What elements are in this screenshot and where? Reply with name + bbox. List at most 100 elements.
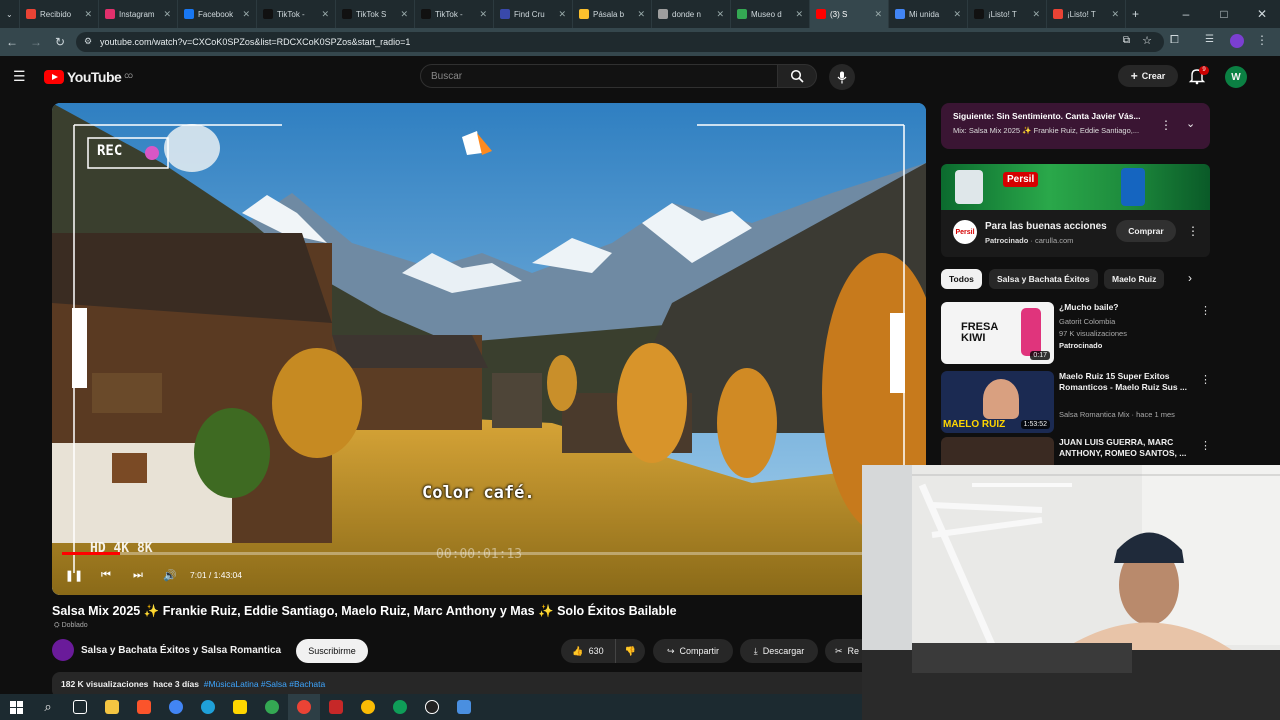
close-tab-icon[interactable]: ✕ bbox=[874, 9, 882, 20]
search-button[interactable] bbox=[777, 64, 817, 88]
extensions-icon[interactable]: ⧠ bbox=[1170, 34, 1179, 47]
close-tab-icon[interactable]: ✕ bbox=[1032, 9, 1040, 20]
edge-icon[interactable] bbox=[192, 694, 224, 720]
close-tab-icon[interactable]: ✕ bbox=[400, 9, 408, 20]
create-button[interactable]: + Crear bbox=[1118, 65, 1178, 87]
tab-label: Find Cru bbox=[514, 9, 545, 19]
download-button[interactable]: ⤓ Descargar bbox=[740, 639, 818, 663]
browser-tab[interactable]: TikTok - ✕ bbox=[257, 0, 336, 28]
close-tab-icon[interactable]: ✕ bbox=[1111, 9, 1119, 20]
tab-label: ¡Listo! T bbox=[988, 9, 1017, 19]
video-player[interactable]: REC Color café. HD 4K 8K 00:00:01:13 ❚❚ … bbox=[52, 103, 926, 595]
chrome-profile-icon[interactable] bbox=[352, 694, 384, 720]
app-icon[interactable] bbox=[320, 694, 352, 720]
hashtags[interactable]: #MúsicaLatina #Salsa #Bachata bbox=[204, 679, 325, 689]
share-button[interactable]: ↪ Compartir bbox=[653, 639, 733, 663]
minimize-button[interactable]: – bbox=[1174, 7, 1198, 21]
close-tab-icon[interactable]: ✕ bbox=[163, 9, 171, 20]
view-count: 182 K visualizaciones bbox=[61, 679, 149, 689]
browser-tab[interactable]: (3) S ✕ bbox=[810, 0, 889, 28]
browser-tab[interactable]: Instagram ✕ bbox=[99, 0, 178, 28]
video-thumbnail[interactable]: MAELO RUIZ 1:53:52 bbox=[941, 371, 1054, 433]
more-options-icon[interactable]: ⋮ bbox=[1200, 304, 1211, 317]
browser-tab[interactable]: Pásala b ✕ bbox=[573, 0, 652, 28]
browser-tab[interactable]: Museo d ✕ bbox=[731, 0, 810, 28]
more-options-icon[interactable]: ⋮ bbox=[1160, 118, 1172, 132]
browser-tab[interactable]: ¡Listo! T ✕ bbox=[968, 0, 1047, 28]
windows-start-icon[interactable] bbox=[0, 694, 32, 720]
browser-tab[interactable]: ¡Listo! T ✕ bbox=[1047, 0, 1126, 28]
file-explorer-icon[interactable] bbox=[96, 694, 128, 720]
pause-button[interactable]: ❚❚ bbox=[58, 569, 90, 582]
chip-maelo-ruiz[interactable]: Maelo Ruiz bbox=[1104, 269, 1165, 289]
duration-badge: 0:17 bbox=[1030, 351, 1050, 360]
subscribe-button[interactable]: Suscribirme bbox=[296, 639, 368, 663]
tab-manager-icon[interactable]: ☰ bbox=[1205, 34, 1214, 45]
chrome-profile-icon[interactable] bbox=[256, 694, 288, 720]
sticky-notes-icon[interactable] bbox=[224, 694, 256, 720]
buy-button[interactable]: Comprar bbox=[1116, 220, 1176, 242]
maximize-button[interactable]: □ bbox=[1212, 7, 1236, 21]
close-tab-icon[interactable]: ✕ bbox=[953, 9, 961, 20]
browser-tab[interactable]: Recibido ✕ bbox=[20, 0, 99, 28]
bookmark-star-icon[interactable]: ☆ bbox=[1142, 34, 1152, 47]
back-button[interactable]: ← bbox=[0, 35, 24, 49]
browser-tab[interactable]: donde n ✕ bbox=[652, 0, 731, 28]
close-tab-icon[interactable]: ✕ bbox=[558, 9, 566, 20]
chevron-down-icon[interactable]: ⌄ bbox=[1186, 117, 1195, 130]
video-thumbnail[interactable]: FRESA KIWI 0:17 bbox=[941, 302, 1054, 364]
browser-tab[interactable]: Find Cru ✕ bbox=[494, 0, 573, 28]
channel-avatar[interactable] bbox=[52, 639, 74, 661]
close-tab-icon[interactable]: ✕ bbox=[716, 9, 724, 20]
close-tab-icon[interactable]: ✕ bbox=[84, 9, 92, 20]
brave-browser-icon[interactable] bbox=[128, 694, 160, 720]
user-avatar[interactable]: W bbox=[1225, 66, 1247, 88]
chrome-profile-icon[interactable] bbox=[384, 694, 416, 720]
close-tab-icon[interactable]: ✕ bbox=[795, 9, 803, 20]
chrome-profile-icon[interactable] bbox=[288, 694, 320, 720]
close-window-button[interactable]: ✕ bbox=[1250, 7, 1274, 21]
app-icon[interactable] bbox=[448, 694, 480, 720]
close-tab-icon[interactable]: ✕ bbox=[242, 9, 250, 20]
recommended-video[interactable]: JUAN LUIS GUERRA, MARC ANTHONY, ROMEO SA… bbox=[941, 437, 1221, 465]
task-view-icon[interactable] bbox=[64, 694, 96, 720]
close-tab-icon[interactable]: ✕ bbox=[479, 9, 487, 20]
video-thumbnail[interactable] bbox=[941, 437, 1054, 465]
forward-button[interactable]: → bbox=[24, 35, 48, 49]
like-button[interactable]: 👍 630 bbox=[561, 639, 615, 663]
channel-name[interactable]: Salsa y Bachata Éxitos y Salsa Romantica bbox=[81, 645, 281, 656]
close-tab-icon[interactable]: ✕ bbox=[637, 9, 645, 20]
search-input[interactable]: Buscar bbox=[420, 64, 778, 88]
next-button[interactable]: ⏭ bbox=[122, 569, 154, 582]
tab-search-button[interactable]: ⌄ bbox=[0, 0, 20, 28]
browser-profile-avatar[interactable] bbox=[1230, 34, 1244, 48]
site-info-icon[interactable]: ⚙ bbox=[84, 36, 92, 47]
youtube-logo[interactable]: YouTube CO bbox=[44, 69, 133, 85]
chrome-icon[interactable] bbox=[160, 694, 192, 720]
chip-all[interactable]: Todos bbox=[941, 269, 982, 289]
dislike-button[interactable]: 👎 bbox=[615, 639, 645, 663]
reload-button[interactable]: ↻ bbox=[48, 35, 72, 49]
obs-icon[interactable] bbox=[416, 694, 448, 720]
install-icon[interactable]: ⧉ bbox=[1123, 35, 1130, 46]
browser-menu-icon[interactable]: ⋮ bbox=[1256, 33, 1268, 47]
ad-banner-image[interactable]: Persil bbox=[941, 164, 1210, 210]
url-field[interactable]: ⚙ youtube.com/watch?v=CXCoK0SPZos&list=R… bbox=[76, 32, 1164, 52]
seek-bar[interactable] bbox=[62, 552, 916, 555]
browser-tab[interactable]: TikTok S ✕ bbox=[336, 0, 415, 28]
chip-salsa-bachata[interactable]: Salsa y Bachata Éxitos bbox=[989, 269, 1098, 289]
browser-tab[interactable]: TikTok - ✕ bbox=[415, 0, 494, 28]
hamburger-menu-icon[interactable]: ☰ bbox=[13, 68, 26, 85]
chevron-right-icon[interactable]: › bbox=[1188, 271, 1192, 285]
browser-tab[interactable]: Mi unida ✕ bbox=[889, 0, 968, 28]
more-options-icon[interactable]: ⋮ bbox=[1187, 224, 1199, 238]
volume-button[interactable]: 🔊 bbox=[154, 569, 186, 582]
voice-search-button[interactable] bbox=[829, 64, 855, 90]
browser-tab[interactable]: Facebook ✕ bbox=[178, 0, 257, 28]
more-options-icon[interactable]: ⋮ bbox=[1200, 373, 1211, 386]
close-tab-icon[interactable]: ✕ bbox=[321, 9, 329, 20]
more-options-icon[interactable]: ⋮ bbox=[1200, 439, 1211, 452]
taskbar-search-icon[interactable]: ⌕ bbox=[32, 694, 64, 720]
new-tab-button[interactable]: + bbox=[1126, 0, 1154, 28]
previous-button[interactable]: ⏮ bbox=[90, 569, 122, 582]
